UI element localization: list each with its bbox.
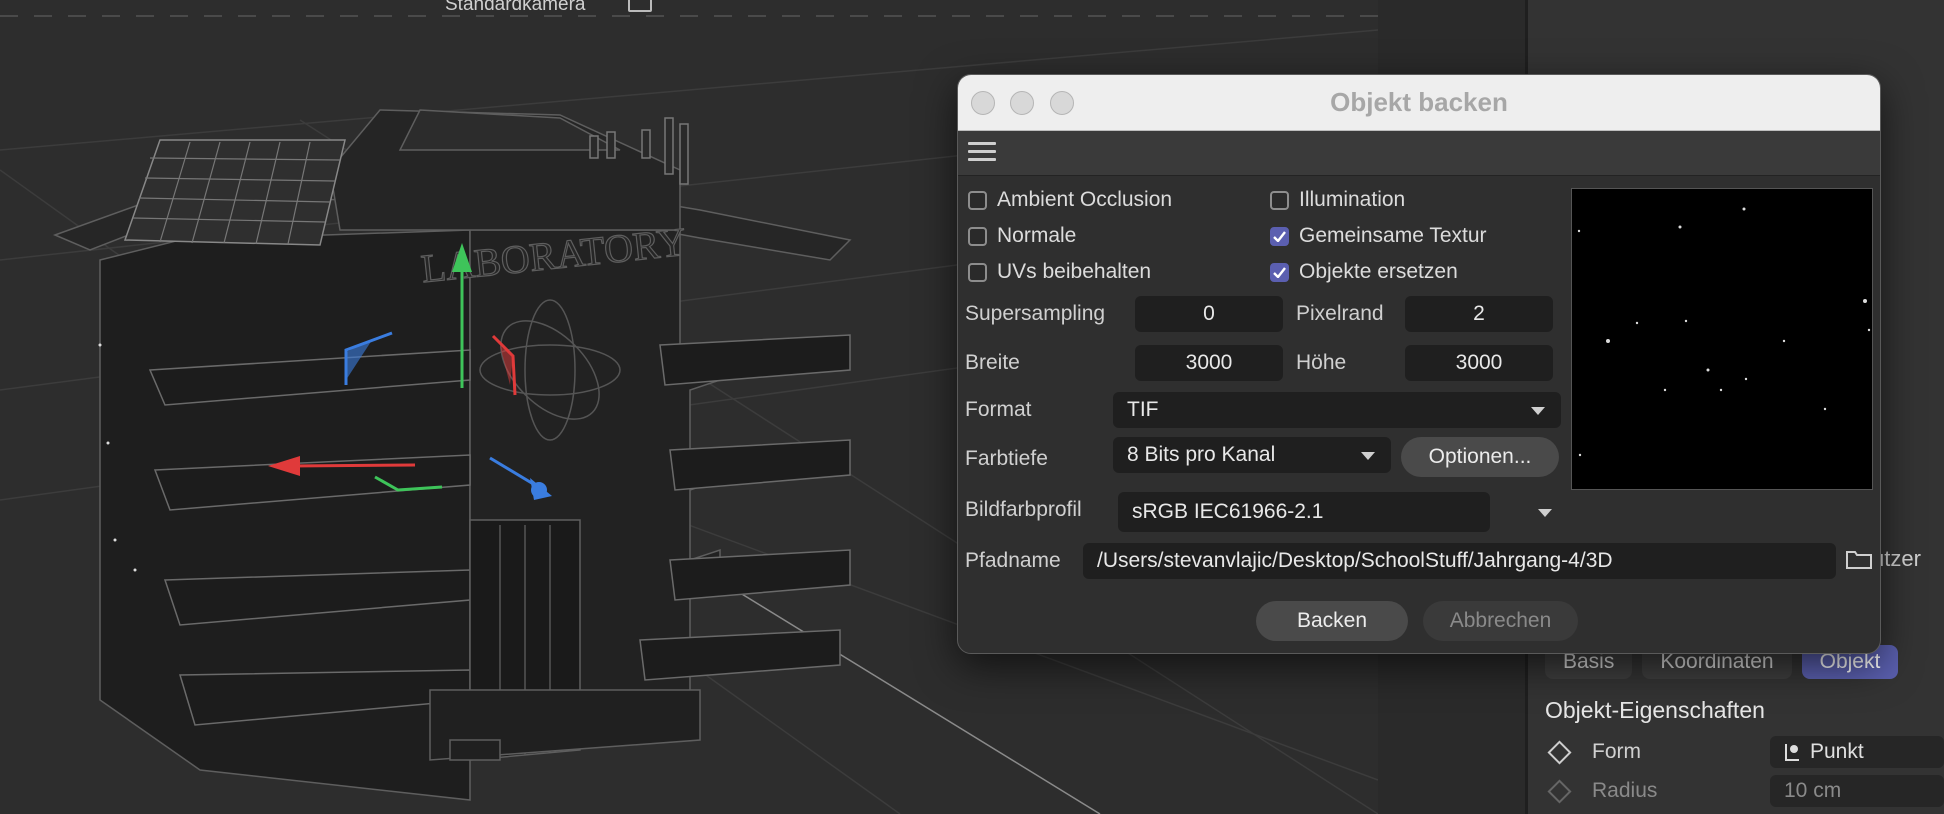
format-label: Format: [965, 398, 1032, 421]
checkbox-objekte-ersetzen[interactable]: Objekte ersetzen: [1270, 259, 1458, 285]
property-radius: Radius 10 cm: [1545, 775, 1944, 807]
breite-field[interactable]: 3000: [1135, 345, 1283, 381]
checkbox-box[interactable]: [968, 226, 987, 246]
building-model: LABORATORY: [52, 109, 852, 801]
pfadname-field[interactable]: /Users/stevanvlajic/Desktop/SchoolStuff/…: [1083, 543, 1836, 579]
checkmark-icon: [1273, 266, 1286, 278]
camera-icon[interactable]: [628, 0, 652, 12]
checkmark-icon: [1273, 230, 1286, 242]
farbtiefe-value: 8 Bits pro Kanal: [1127, 443, 1276, 466]
bildfarbprofil-dropdown-icon[interactable]: [1538, 509, 1552, 517]
pfadname-value: /Users/stevanvlajic/Desktop/SchoolStuff/…: [1097, 549, 1613, 572]
preview-noise-image: [1577, 207, 1871, 457]
checkbox-box[interactable]: [968, 262, 987, 282]
farbtiefe-label: Farbtiefe: [965, 447, 1048, 470]
bildfarbprofil-value: sRGB IEC61966-2.1: [1132, 500, 1324, 523]
bildfarbprofil-field[interactable]: sRGB IEC61966-2.1: [1118, 492, 1490, 532]
checkbox-illumination[interactable]: Illumination: [1270, 187, 1405, 213]
abbrechen-button[interactable]: Abbrechen: [1423, 601, 1578, 641]
supersampling-field[interactable]: 0: [1135, 296, 1283, 332]
hamburger-menu-icon[interactable]: [968, 142, 996, 164]
checkbox-label: Illumination: [1299, 188, 1406, 211]
checkbox-label: Gemeinsame Textur: [1299, 224, 1487, 247]
breite-label: Breite: [965, 351, 1020, 374]
chevron-down-icon: [1531, 407, 1545, 415]
checkbox-label: Objekte ersetzen: [1299, 260, 1458, 283]
property-label: Form: [1592, 740, 1641, 763]
point-shape-icon: [1785, 744, 1799, 761]
chevron-down-icon: [1361, 452, 1375, 460]
radius-field[interactable]: 10 cm: [1770, 775, 1944, 807]
checkbox-uvs-beibehalten[interactable]: UVs beibehalten: [968, 259, 1151, 285]
dialog-titlebar[interactable]: Objekt backen: [958, 75, 1880, 131]
checkbox-normale[interactable]: Normale: [968, 223, 1076, 249]
checkbox-ambient-occlusion[interactable]: Ambient Occlusion: [968, 187, 1172, 213]
property-form: Form Punkt: [1545, 736, 1944, 768]
checkbox-label: UVs beibehalten: [997, 260, 1152, 283]
pixelrand-field[interactable]: 2: [1405, 296, 1553, 332]
format-value: TIF: [1127, 398, 1159, 421]
dialog-menubar: [958, 131, 1880, 176]
keyframe-diamond-icon[interactable]: [1547, 739, 1572, 765]
checkbox-label: Ambient Occlusion: [997, 188, 1173, 211]
folder-icon[interactable]: [1846, 549, 1872, 569]
backen-button[interactable]: Backen: [1256, 601, 1408, 641]
property-value: Punkt: [1810, 740, 1864, 763]
hoehe-field[interactable]: 3000: [1405, 345, 1553, 381]
bake-object-dialog: Objekt backen Ambient Occlusion Illumina…: [957, 74, 1881, 654]
farbtiefe-dropdown[interactable]: 8 Bits pro Kanal: [1113, 437, 1391, 473]
checkbox-box[interactable]: [968, 190, 987, 210]
optionen-button[interactable]: Optionen...: [1401, 437, 1559, 477]
pixelrand-label: Pixelrand: [1296, 302, 1384, 325]
checkbox-gemeinsame-textur[interactable]: Gemeinsame Textur: [1270, 223, 1487, 249]
hoehe-label: Höhe: [1296, 351, 1347, 374]
checkbox-box[interactable]: [1270, 190, 1289, 210]
checkbox-box[interactable]: [1270, 226, 1289, 246]
format-dropdown[interactable]: TIF: [1113, 392, 1561, 428]
bake-preview: [1571, 188, 1873, 490]
dialog-title: Objekt backen: [1330, 87, 1508, 117]
supersampling-label: Supersampling: [965, 302, 1106, 325]
property-label: Radius: [1592, 779, 1658, 802]
checkbox-label: Normale: [997, 224, 1077, 247]
form-dropdown[interactable]: Punkt: [1770, 736, 1944, 768]
keyframe-diamond-icon[interactable]: [1547, 778, 1572, 804]
section-title: Objekt-Eigenschaften: [1545, 697, 1765, 723]
bildfarbprofil-label: Bildfarbprofil: [965, 498, 1082, 521]
checkbox-box[interactable]: [1270, 262, 1289, 282]
pfadname-label: Pfadname: [965, 549, 1061, 572]
camera-label[interactable]: Standardkamera: [445, 0, 585, 16]
